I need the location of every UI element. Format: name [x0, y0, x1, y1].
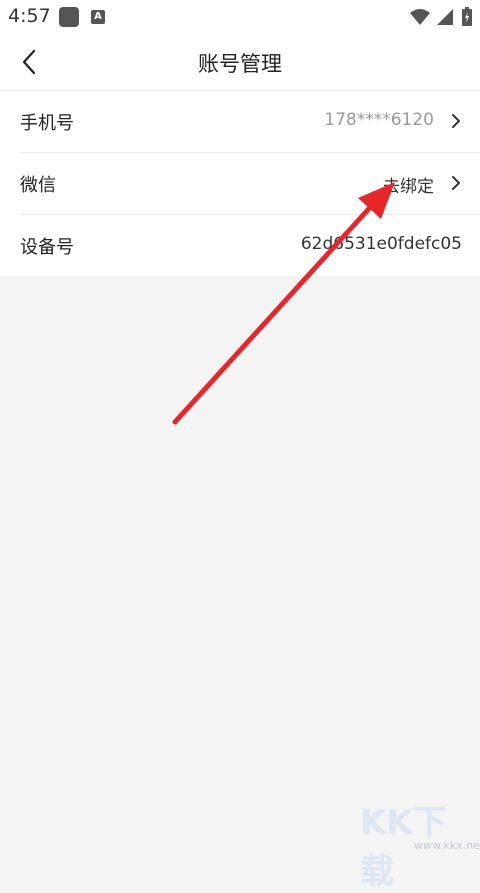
phone-row[interactable]: 手机号 178****6120 — [0, 91, 480, 152]
phone-label: 手机号 — [20, 113, 74, 134]
chevron-right-icon — [452, 176, 460, 190]
wechat-label: 微信 — [20, 175, 56, 196]
watermark-url: www.kkx.net — [414, 839, 480, 852]
wechat-bind-link[interactable]: 去绑定 — [383, 172, 434, 197]
device-id-label: 设备号 — [20, 237, 74, 258]
battery-icon — [462, 7, 472, 26]
status-bar: 4:57 A — [0, 0, 480, 34]
page-title: 账号管理 — [198, 52, 282, 76]
status-time: 4:57 — [8, 5, 51, 27]
wifi-icon — [410, 9, 430, 25]
app-header: 账号管理 — [0, 34, 480, 91]
device-id-value: 62d6531e0fdefc05 — [300, 234, 462, 254]
account-settings-list: 手机号 178****6120 微信 去绑定 设备号 62d6531e0fdef… — [0, 91, 480, 276]
phone-value: 178****6120 — [324, 110, 434, 130]
device-id-row: 设备号 62d6531e0fdefc05 — [20, 214, 480, 276]
app-square-icon — [59, 7, 79, 27]
wechat-row[interactable]: 微信 去绑定 — [20, 152, 480, 214]
signal-icon — [437, 9, 453, 25]
a-notification-icon: A — [91, 10, 105, 24]
chevron-right-icon — [452, 114, 460, 128]
